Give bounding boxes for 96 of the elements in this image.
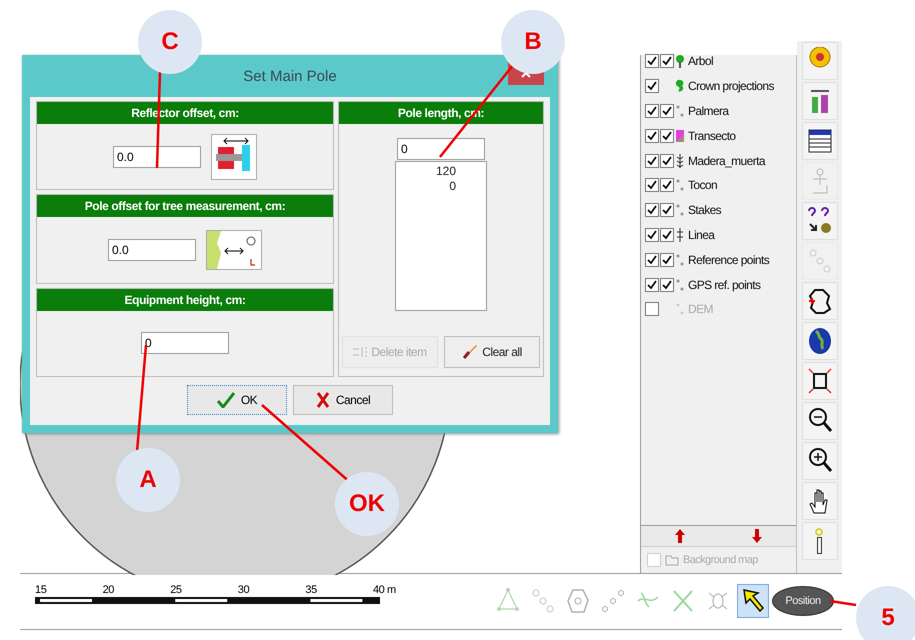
extent-icon [806, 367, 832, 395]
toolbar-button[interactable] [802, 322, 838, 360]
layer-checkbox[interactable] [660, 178, 674, 192]
points-icon [675, 104, 685, 118]
layer-checkbox[interactable] [660, 252, 674, 267]
tree-icon [675, 54, 685, 68]
layer-name[interactable]: Madera_muerta [688, 154, 765, 168]
layer-checkbox[interactable] [660, 228, 674, 242]
layer-name[interactable]: Crown projections [688, 79, 774, 94]
pole-icon [814, 528, 824, 554]
layer-name[interactable]: Tocon [688, 178, 718, 192]
layer-checkbox[interactable] [645, 104, 659, 118]
layer-checkbox[interactable] [660, 54, 674, 68]
toolbar-button[interactable] [802, 402, 838, 440]
blob-icon [565, 587, 591, 616]
layer-checkbox[interactable] [645, 54, 659, 68]
checkmark-icon [216, 392, 235, 408]
layer-checkbox[interactable] [645, 278, 659, 292]
length-list[interactable]: 120 0 [395, 161, 487, 311]
scale-label: 15 [35, 584, 48, 596]
layer-name[interactable]: Palmera [688, 104, 728, 118]
number-field[interactable]: 0 [141, 332, 229, 354]
group-heading: Pole offset for tree measurement, cm: [37, 195, 333, 218]
down-arrow-icon[interactable] [752, 529, 762, 544]
layer-name[interactable]: Linea [688, 228, 714, 242]
layer-name[interactable]: Arbol [688, 54, 714, 68]
layer-name[interactable]: Transecto [688, 128, 736, 143]
chain-icon [806, 247, 832, 275]
layer-checkbox[interactable] [645, 128, 659, 143]
layer-checkbox[interactable] [660, 278, 674, 292]
layer-checkbox[interactable] [660, 203, 674, 218]
leader-line [830, 600, 856, 606]
group-heading: Equipment height, cm: [37, 288, 333, 311]
points-icon [675, 178, 685, 192]
toolbar-button[interactable] [802, 362, 838, 400]
callout-marker: 5 [856, 586, 915, 640]
toolbar-button[interactable] [802, 442, 838, 480]
layer-checkbox[interactable] [645, 79, 659, 94]
list-item[interactable]: 120 [436, 164, 456, 179]
layer-checkbox[interactable] [645, 252, 659, 267]
eraser-icon [462, 344, 478, 360]
scale-label: 30 [238, 584, 250, 596]
crown-icon [675, 79, 685, 94]
layer-checkbox[interactable] [645, 154, 659, 168]
layer-name[interactable]: Stakes [688, 203, 722, 218]
callout-marker: C [138, 10, 202, 74]
layer-checkbox[interactable] [645, 228, 659, 242]
zoom-in-icon [806, 447, 832, 475]
scale-label: 40 m [372, 584, 397, 596]
scale-label: 25 [170, 584, 183, 596]
clear-all-button[interactable]: Clear all [444, 336, 540, 368]
delete-icon [353, 346, 368, 358]
points-icon [675, 278, 685, 292]
callout-marker: B [501, 10, 565, 74]
background-map-label: Background map [683, 554, 758, 566]
number-field[interactable]: 0.0 [113, 146, 201, 168]
close-icon [316, 392, 330, 408]
pole-length-field[interactable]: 0 [397, 138, 485, 160]
toolbar-button[interactable] [802, 482, 838, 520]
table-icon [806, 127, 832, 155]
chain-icon [530, 587, 556, 616]
globe-icon [806, 327, 832, 355]
toolbar-button[interactable] [802, 202, 838, 240]
reflector-icon [211, 134, 257, 180]
folder-icon [665, 554, 679, 566]
map-tool-button[interactable] [737, 584, 769, 618]
layer-checkbox[interactable] [645, 203, 659, 218]
toolbar-button[interactable] [802, 82, 838, 120]
layer-checkbox[interactable] [660, 154, 674, 168]
layer-checkbox[interactable] [660, 104, 674, 118]
query-icon [806, 207, 832, 235]
zoom-out-icon [806, 407, 832, 435]
dead-wood-icon [675, 154, 685, 168]
toolbar-button[interactable] [802, 122, 838, 160]
transect-icon [675, 128, 685, 143]
scale-label: 20 [102, 584, 116, 596]
scale-label: 35 [305, 584, 318, 596]
ok-button[interactable]: OK [187, 385, 287, 415]
layer-name[interactable]: GPS ref. points [688, 278, 760, 292]
list-item[interactable]: 0 [449, 179, 456, 194]
points-icon [675, 252, 685, 267]
position-button[interactable]: Position [772, 586, 834, 616]
line-icon [675, 228, 685, 242]
points-icon [675, 203, 685, 218]
up-arrow-icon[interactable] [674, 529, 685, 544]
dialog-title: Set Main Pole [243, 68, 337, 84]
toolbar-button[interactable] [802, 522, 838, 560]
layer-name[interactable]: Reference points [688, 252, 770, 267]
layer-checkbox[interactable] [660, 128, 674, 143]
toolbar-button[interactable] [802, 282, 838, 320]
number-field[interactable]: 0.0 [108, 238, 196, 261]
polygon-icon [806, 287, 832, 315]
tree-offset-icon [206, 230, 262, 270]
cancel-button[interactable]: Cancel [293, 385, 393, 415]
layer-checkbox[interactable] [645, 178, 659, 192]
points-icon [675, 302, 685, 316]
